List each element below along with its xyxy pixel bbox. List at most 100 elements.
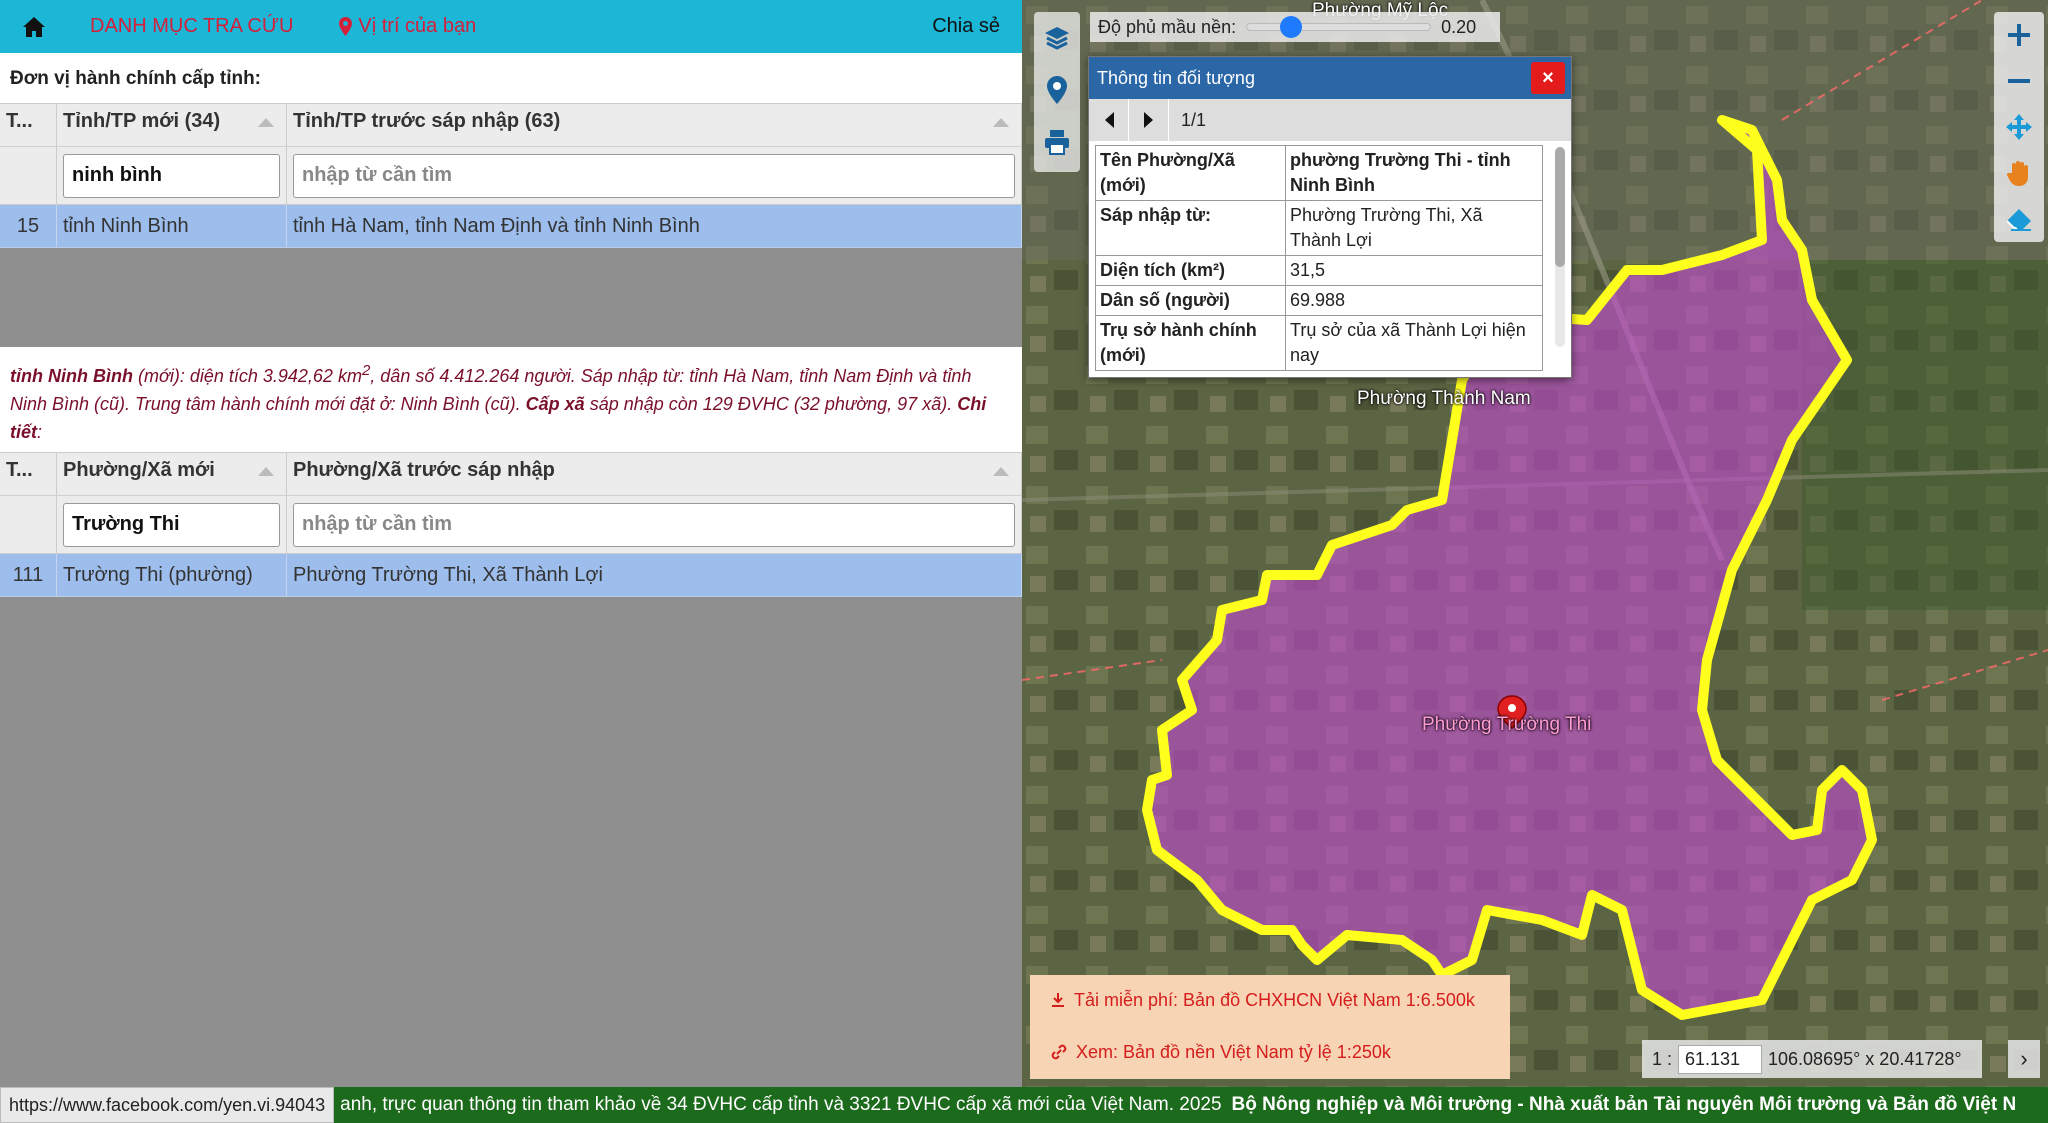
ward-grid: T... Phường/Xã mới Phường/Xã trước sáp n… (0, 452, 1022, 1087)
row-new: tỉnh Ninh Bình (57, 205, 287, 247)
attr-row: Tên Phường/Xã (mới) phường Trường Thi - t… (1095, 145, 1543, 201)
province-old-filter-input[interactable] (293, 153, 1015, 198)
popup-counter: 1/1 (1181, 109, 1207, 130)
opacity-slider[interactable] (1246, 16, 1432, 38)
col-header-id[interactable]: T... (0, 453, 57, 495)
caret-left-icon (1104, 112, 1114, 128)
attr-row: Dân số (người) 69.988 (1095, 285, 1543, 316)
popup-scrollbar[interactable] (1555, 147, 1565, 347)
download-label: Tải miễn phí: Bản đồ CHXHCN Việt Nam 1:6… (1074, 990, 1475, 1010)
chevron-right-icon: › (2020, 1046, 2028, 1071)
sort-icon (993, 467, 1009, 476)
row-old: Phường Trường Thi, Xã Thành Lợi (287, 554, 1022, 596)
ward-grid-header: T... Phường/Xã mới Phường/Xã trước sáp n… (0, 452, 1022, 496)
ward-new-filter-input[interactable] (63, 502, 280, 547)
attr-value: Trụ sở của xã Thành Lợi hiện nay (1285, 315, 1543, 371)
zoom-out-button[interactable] (1994, 58, 2044, 104)
sort-icon (258, 467, 274, 476)
right-map-toolbar (1994, 12, 2044, 242)
left-map-toolbar (1034, 12, 1080, 172)
col-header-old-province[interactable]: Tỉnh/TP trước sáp nhập (63) (287, 104, 1022, 146)
left-panel: DANH MỤC TRA CỨU Vị trí của bạn Chia sẻ … (0, 0, 1022, 1087)
attr-value: 31,5 (1285, 255, 1543, 286)
info-province-name: tỉnh Ninh Bình (10, 366, 133, 386)
prev-button[interactable] (1089, 99, 1129, 141)
province-grid-header: T... Tỉnh/TP mới (34) Tỉnh/TP trước sáp … (0, 103, 1022, 147)
province-section-title: Đơn vị hành chính cấp tỉnh: (0, 53, 1022, 105)
map-marker-icon (339, 17, 353, 36)
expand-panel-button[interactable]: › (2008, 1040, 2040, 1078)
popup-nav: 1/1 (1089, 99, 1571, 141)
scale-input[interactable]: 61.131 (1678, 1044, 1763, 1074)
clear-button[interactable] (1994, 196, 2044, 242)
table-row[interactable]: 15 tỉnh Ninh Bình tỉnh Hà Nam, tỉnh Nam … (0, 205, 1022, 248)
sort-icon (993, 118, 1009, 127)
close-button[interactable]: × (1531, 62, 1565, 94)
info-cap-xa: Cấp xã (525, 394, 585, 414)
link-icon (1051, 1044, 1067, 1060)
next-button[interactable] (1129, 99, 1169, 141)
popup-header: Thông tin đối tượng × (1089, 57, 1571, 99)
view-basemap-link[interactable]: Xem: Bản đồ nền Việt Nam tỷ lệ 1:250k (1050, 1039, 1490, 1065)
footer-text: anh, trực quan thông tin tham khảo về 34… (334, 1094, 2016, 1116)
minus-icon (2008, 79, 2030, 83)
opacity-slider-knob[interactable] (1280, 16, 1303, 38)
locate-button[interactable] (1034, 64, 1080, 116)
share-button[interactable]: Chia sẻ (932, 15, 1000, 38)
scale-bar: 1 : 61.131 106.08695° x 20.41728° (1642, 1040, 1982, 1078)
scrollbar-thumb[interactable] (1555, 147, 1565, 267)
status-link-url[interactable]: https://www.facebook.com/yen.vi.94043 (0, 1087, 335, 1123)
col-header-new-province[interactable]: Tỉnh/TP mới (34) (57, 104, 287, 146)
row-old: tỉnh Hà Nam, tỉnh Nam Định và tỉnh Ninh … (287, 205, 1022, 247)
popup-body[interactable]: Tên Phường/Xã (mới) phường Trường Thi - t… (1089, 141, 1571, 377)
filter-cell-empty (0, 147, 57, 204)
info-text-3: sáp nhập còn 129 ĐVHC (32 phường, 97 xã)… (584, 394, 958, 414)
footer-marquee: https://www.facebook.com/yen.vi.94043 an… (0, 1087, 2048, 1123)
attr-key: Sáp nhập từ: (1095, 200, 1286, 256)
hand-icon (2006, 161, 2028, 186)
location-label: Vị trí của bạn (358, 15, 477, 37)
attr-key: Diện tích (km²) (1095, 255, 1286, 286)
map-label-truong-thi: Phường Trường Thi (1422, 714, 1592, 735)
expand-arrows-icon (2006, 114, 2032, 140)
full-extent-button[interactable] (1994, 104, 2044, 150)
home-button[interactable] (0, 0, 68, 53)
layers-button[interactable] (1034, 12, 1080, 64)
map-marker-icon (1047, 76, 1067, 104)
caret-right-icon (1143, 112, 1153, 128)
print-button[interactable] (1034, 116, 1080, 168)
province-info: tỉnh Ninh Bình (mới): diện tích 3.942,62… (0, 347, 1022, 452)
attr-row: Trụ sở hành chính (mới) Trụ sở của xã Thà… (1095, 315, 1543, 371)
row-id: 15 (0, 205, 57, 247)
download-icon (1052, 993, 1064, 1007)
popup-title: Thông tin đối tượng (1097, 67, 1255, 88)
print-icon (1045, 130, 1069, 155)
attr-value: 69.988 (1285, 285, 1543, 316)
feature-info-popup: Thông tin đối tượng × 1/1 Tên Phường/Xã … (1088, 56, 1572, 378)
menu-link[interactable]: DANH MỤC TRA CỨU (90, 15, 293, 38)
filter-cell-new (57, 496, 287, 553)
download-link[interactable]: Tải miễn phí: Bản đồ CHXHCN Việt Nam 1:6… (1050, 987, 1490, 1013)
map-view[interactable]: Phường Mỹ Lộc Phường Thành Nam Phường Tr… (1022, 0, 2048, 1087)
province-new-filter-input[interactable] (63, 153, 280, 198)
close-icon: × (1542, 66, 1554, 89)
location-link[interactable]: Vị trí của bạn (339, 15, 476, 38)
footer-publisher: Bộ Nông nghiệp và Môi trường - Nhà xuất … (1231, 1094, 2017, 1115)
home-icon (23, 16, 45, 37)
filter-cell-empty (0, 496, 57, 553)
col-header-id[interactable]: T... (0, 104, 57, 146)
row-id: 111 (0, 554, 57, 596)
filter-cell-old (287, 496, 1022, 553)
coordinates-readout: 106.08695° x 20.41728° (1768, 1048, 1962, 1069)
attr-row: Diện tích (km²) 31,5 (1095, 255, 1543, 286)
zoom-in-button[interactable] (1994, 12, 2044, 58)
col-header-old-ward[interactable]: Phường/Xã trước sáp nhập (287, 453, 1022, 495)
layers-icon (1045, 27, 1069, 50)
col-header-new-ward[interactable]: Phường/Xã mới (57, 453, 287, 495)
pan-button[interactable] (1994, 150, 2044, 196)
table-row[interactable]: 111 Trường Thi (phường) Phường Trường Th… (0, 554, 1022, 597)
eraser-icon (2006, 209, 2031, 231)
attribute-table: Tên Phường/Xã (mới) phường Trường Thi - t… (1095, 145, 1543, 371)
ward-old-filter-input[interactable] (293, 502, 1015, 547)
attr-key: Dân số (người) (1095, 285, 1286, 316)
